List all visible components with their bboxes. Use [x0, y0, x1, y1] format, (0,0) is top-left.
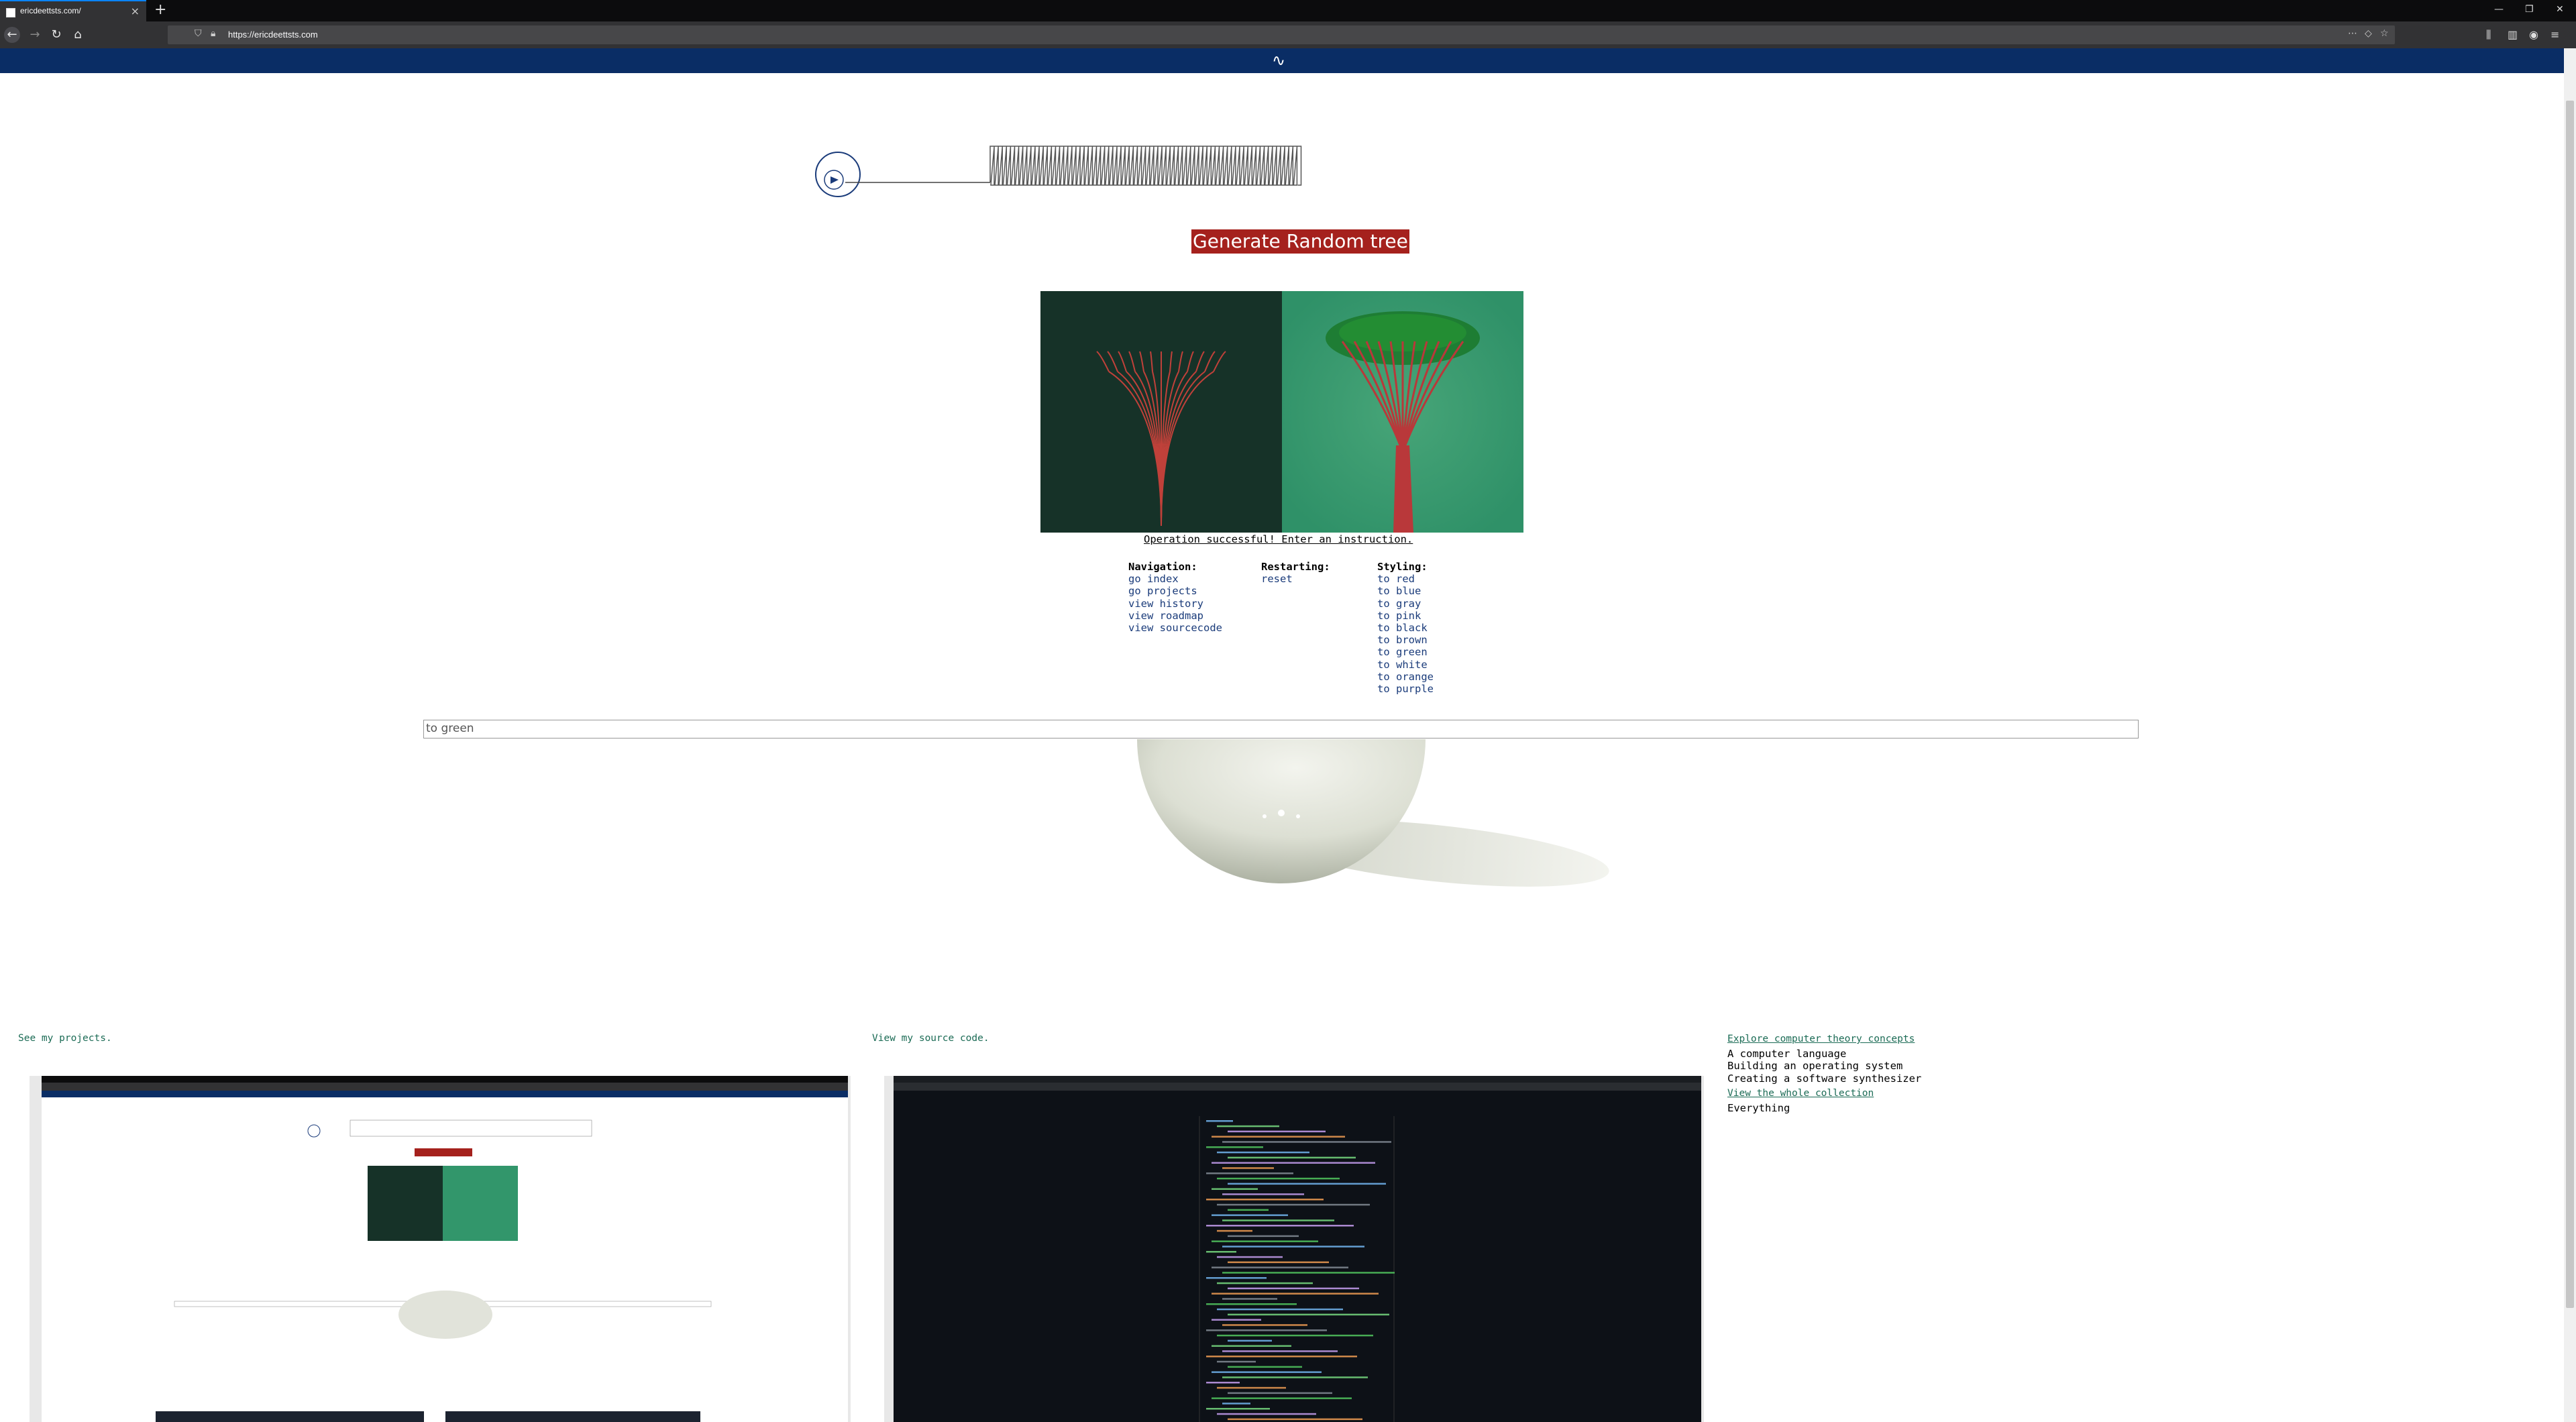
site-logo-icon[interactable]: ∿	[1272, 51, 1285, 70]
address-bar[interactable]: ⛉ 🔒︎ https://ericdeettsts.com ⋯ ◇ ☆	[168, 25, 2395, 44]
page-actions-icon[interactable]: ⋯	[2348, 28, 2357, 39]
navigation-commands: Navigation: go index go projects view hi…	[1128, 561, 1222, 634]
theory-link[interactable]: Explore computer theory concepts	[1727, 1033, 1921, 1045]
shield-icon[interactable]: ⛉	[195, 28, 202, 39]
bookmark-star-icon[interactable]: ☆	[2380, 28, 2389, 39]
generate-random-tree-button[interactable]: Generate Random tree	[1191, 229, 1409, 254]
source-code-screenshot[interactable]	[884, 1076, 1704, 1422]
styling-heading: Styling:	[1377, 561, 1428, 573]
cmd-to-green[interactable]: to green	[1377, 646, 1434, 658]
cmd-to-red[interactable]: to red	[1377, 573, 1434, 585]
forward-icon[interactable]: →	[27, 27, 43, 43]
cmd-view-roadmap[interactable]: view roadmap	[1128, 610, 1222, 622]
play-icon[interactable]	[830, 176, 839, 184]
restarting-commands: Restarting: reset	[1261, 561, 1330, 585]
cmd-go-projects[interactable]: go projects	[1128, 585, 1222, 597]
cmd-to-brown[interactable]: to brown	[1377, 634, 1434, 646]
browser-tab-bar: ericdeettsts.com/ × + — ❐ ✕	[0, 0, 2576, 21]
sphere-graphic	[1137, 739, 1609, 887]
theory-section: Explore computer theory concepts A compu…	[1727, 1033, 1921, 1114]
browser-toolbar: ← → ↻ ⌂ ⤓ ⛉ 🔒︎ https://ericdeettsts.com …	[0, 21, 2576, 48]
cmd-to-black[interactable]: to black	[1377, 622, 1434, 634]
page-favicon-icon	[6, 8, 15, 17]
theory-item: Creating a software synthesizer	[1727, 1072, 1922, 1085]
tab-close-icon[interactable]: ×	[131, 5, 140, 17]
close-window-icon[interactable]: ✕	[2556, 4, 2564, 15]
new-tab-button[interactable]: +	[154, 2, 166, 18]
sidebar-icon[interactable]: ▥	[2508, 28, 2518, 41]
home-icon[interactable]: ⌂	[70, 27, 86, 43]
navigation-heading: Navigation:	[1128, 561, 1197, 573]
command-input[interactable]: to green	[423, 720, 2139, 739]
source-code-link[interactable]: View my source code.	[872, 1033, 989, 1044]
cmd-go-index[interactable]: go index	[1128, 573, 1222, 585]
scrollbar-thumb[interactable]	[2566, 101, 2574, 1308]
collection-item: Everything	[1727, 1102, 1790, 1115]
waveform-graphic	[815, 146, 1302, 197]
cmd-view-sourcecode[interactable]: view sourcecode	[1128, 622, 1222, 634]
cmd-to-orange[interactable]: to orange	[1377, 671, 1434, 683]
theory-item: Building an operating system	[1727, 1060, 1903, 1073]
cmd-to-pink[interactable]: to pink	[1377, 610, 1434, 622]
scrollbar[interactable]	[2564, 48, 2576, 1422]
tab-title: ericdeettsts.com/	[20, 6, 81, 15]
cmd-reset[interactable]: reset	[1261, 573, 1330, 585]
cmd-to-blue[interactable]: to blue	[1377, 585, 1434, 597]
account-icon[interactable]: ◉	[2529, 28, 2538, 41]
minimize-icon[interactable]: —	[2494, 4, 2504, 15]
cmd-to-purple[interactable]: to purple	[1377, 683, 1434, 695]
lock-icon[interactable]: 🔒︎	[211, 28, 215, 39]
reload-icon[interactable]: ↻	[48, 27, 64, 43]
tree-image-right	[1282, 291, 1523, 533]
audio-knob-icon[interactable]	[815, 152, 861, 197]
projects-link[interactable]: See my projects.	[18, 1033, 112, 1044]
back-icon[interactable]: ←	[4, 27, 20, 43]
cmd-to-white[interactable]: to white	[1377, 659, 1434, 671]
styling-commands: Styling: to red to blue to gray to pink …	[1377, 561, 1434, 695]
url-text[interactable]: https://ericdeettsts.com	[228, 30, 318, 40]
tree-image-left	[1040, 291, 1282, 533]
cmd-to-gray[interactable]: to gray	[1377, 598, 1434, 610]
menu-icon[interactable]: ≡	[2551, 28, 2559, 41]
browser-tab[interactable]: ericdeettsts.com/ ×	[0, 0, 146, 21]
library-icon[interactable]: ⫼	[2486, 28, 2491, 42]
projects-screenshot[interactable]	[30, 1076, 851, 1422]
status-message: Operation successful! Enter an instructi…	[1144, 533, 1413, 545]
restore-icon[interactable]: ❐	[2525, 4, 2534, 15]
collection-link[interactable]: View the whole collection	[1727, 1087, 1921, 1099]
cmd-view-history[interactable]: view history	[1128, 598, 1222, 610]
restarting-heading: Restarting:	[1261, 561, 1330, 573]
theory-item: A computer language	[1727, 1048, 1847, 1060]
pocket-icon[interactable]: ◇	[2365, 28, 2372, 39]
site-header: ∿	[0, 48, 2564, 73]
